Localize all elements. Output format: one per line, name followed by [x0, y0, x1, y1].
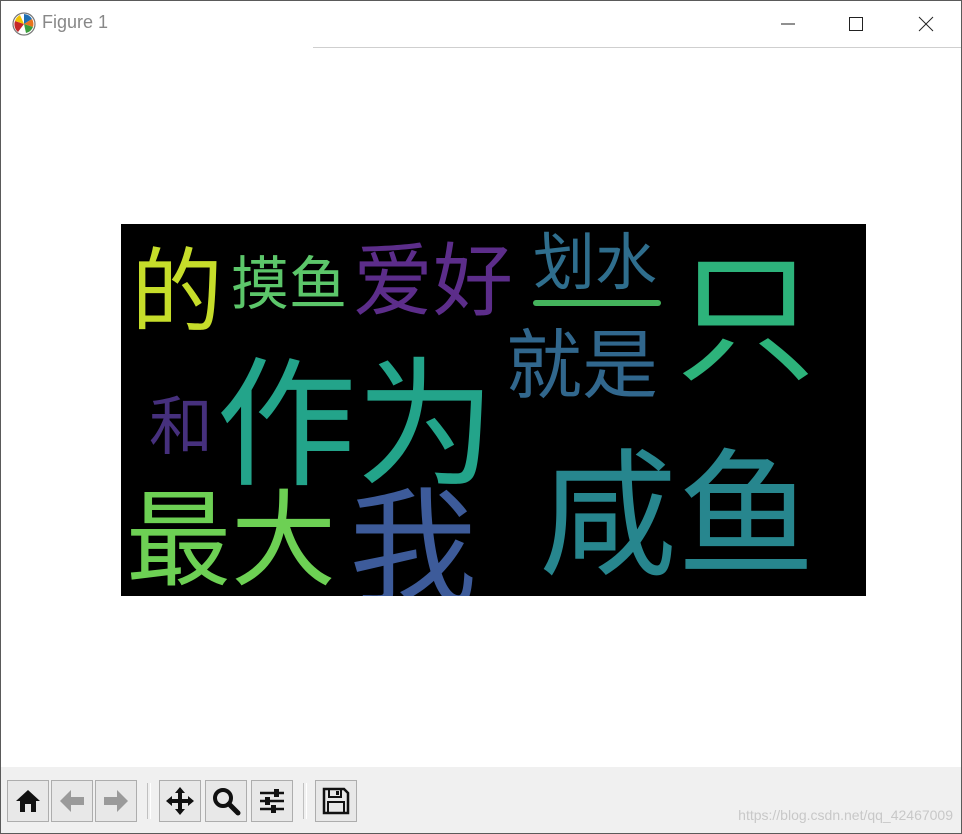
word-cloud-svg: 的摸鱼 爱好 划水 只作为 就是和最大我咸鱼 [126, 226, 816, 596]
save-icon [322, 787, 350, 815]
maximize-icon [849, 17, 863, 31]
pan-button[interactable] [159, 780, 201, 822]
word-cloud-word: 摸鱼 [231, 250, 347, 318]
configure-subplots-button[interactable] [251, 780, 293, 822]
forward-icon [104, 790, 128, 812]
word-cloud-word: 咸鱼 [539, 436, 815, 596]
word-cloud-word: 划水 [533, 226, 657, 299]
zoom-button[interactable] [205, 780, 247, 822]
watermark: https://blog.csdn.net/qq_42467009 [738, 807, 953, 823]
back-button[interactable] [51, 780, 93, 822]
navigation-toolbar: https://blog.csdn.net/qq_42467009 [1, 767, 961, 833]
figure-window: Figure 1 的摸鱼 爱好 划水只作为 就是和最大我咸鱼 https://b… [0, 0, 962, 834]
word-cloud-word: 的 [131, 239, 223, 346]
word-cloud-word: 就是 [506, 321, 658, 410]
forward-button[interactable] [95, 780, 137, 822]
word-cloud-word: 最大 [126, 480, 336, 596]
title-bar[interactable]: Figure 1 [1, 1, 961, 48]
zoom-icon [213, 788, 241, 816]
word-cloud-word: 爱好 [353, 235, 513, 328]
matplotlib-icon [12, 12, 36, 36]
minimize-icon [781, 23, 795, 25]
back-icon [60, 790, 84, 812]
word-cloud-word: 只 [676, 240, 816, 403]
word-cloud-stroke [533, 300, 661, 306]
toolbar-separator [147, 783, 151, 819]
word-cloud-word: 我 [349, 476, 477, 596]
close-icon [918, 16, 934, 32]
maximize-button[interactable] [821, 1, 891, 47]
word-cloud-word: 和 [149, 391, 213, 465]
home-icon [16, 790, 40, 812]
window-title: Figure 1 [42, 12, 109, 32]
figure-canvas[interactable]: 的摸鱼 爱好 划水只作为 就是和最大我咸鱼 [1, 48, 961, 767]
home-button[interactable] [7, 780, 49, 822]
toolbar-separator [303, 783, 307, 819]
pan-icon [166, 787, 194, 815]
save-button[interactable] [315, 780, 357, 822]
word-cloud-image: 的摸鱼 爱好 划水只作为 就是和最大我咸鱼 [121, 224, 866, 596]
minimize-button[interactable] [753, 1, 823, 47]
close-button[interactable] [891, 1, 961, 47]
configure-icon [260, 789, 284, 813]
